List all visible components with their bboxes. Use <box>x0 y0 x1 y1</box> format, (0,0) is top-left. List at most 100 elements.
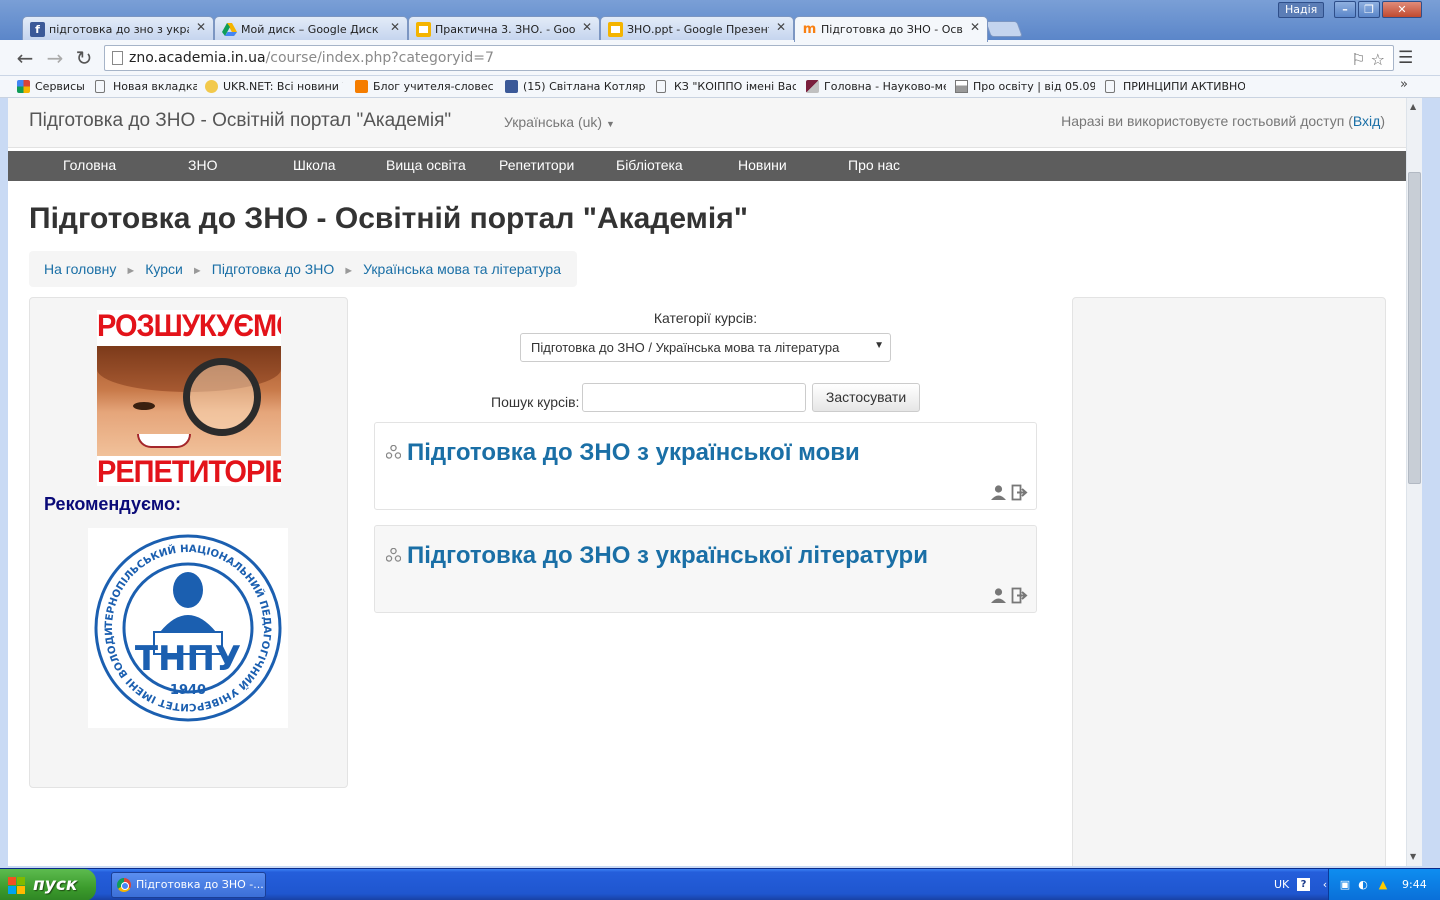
google-slides-icon <box>608 22 623 37</box>
page-icon <box>656 80 666 93</box>
close-icon[interactable]: ✕ <box>390 20 400 34</box>
bookmark-0[interactable]: Сервисы <box>17 79 89 95</box>
translate-star-icons[interactable]: ⚐ ☆ <box>1351 48 1385 72</box>
tnpu-logo[interactable]: ТЕРНОПІЛЬСЬКИЙ НАЦІОНАЛЬНИЙ ПЕДАГОГІЧНИЙ… <box>82 520 288 728</box>
browser-window: f підготовка до зно з українсько ✕ Мой д… <box>0 0 1440 868</box>
page-icon <box>112 51 123 65</box>
caret-down-icon: ▼ <box>874 340 884 351</box>
bookmark-1[interactable]: Новая вкладка <box>95 79 197 95</box>
girl-magnifier-image <box>97 346 281 456</box>
tab-4[interactable]: ЗНО.ppt - Google Презентац ✕ <box>600 16 794 41</box>
breadcrumb-category[interactable]: Українська мова та література <box>363 261 561 277</box>
nav-home[interactable]: Головна <box>63 157 116 173</box>
minimize-button[interactable]: – <box>1334 1 1356 18</box>
breadcrumb: На головну ► Курси ► Підготовка до ЗНО ► Украї… <box>29 251 577 287</box>
close-window-button[interactable]: ✕ <box>1382 1 1422 18</box>
language-menu[interactable]: Українська (uk) ▼ <box>504 114 615 130</box>
course-meta <box>990 587 1028 604</box>
url-host: zno.academia.in.ua <box>129 50 266 66</box>
network-icon[interactable]: ▣ <box>1338 878 1352 892</box>
guest-enter-icon[interactable] <box>1011 587 1028 604</box>
breadcrumb-home[interactable]: На головну <box>44 261 116 277</box>
tab-5-active[interactable]: m Підготовка до ЗНО - Освітн ✕ <box>794 16 988 42</box>
profile-button[interactable]: Надія <box>1278 2 1325 18</box>
scroll-thumb[interactable] <box>1408 172 1421 484</box>
nav-news[interactable]: Новини <box>738 157 787 173</box>
course-link[interactable]: Підготовка до ЗНО з української літерату… <box>407 542 928 570</box>
chrome-icon <box>117 878 131 892</box>
tab-title: Підготовка до ЗНО - Освітн <box>821 23 963 36</box>
close-icon[interactable]: ✕ <box>582 20 592 34</box>
course-link[interactable]: Підготовка до ЗНО з української мови <box>407 439 860 467</box>
chevron-right-icon[interactable]: » <box>1400 77 1408 92</box>
magnifier-icon <box>183 358 261 436</box>
reload-icon[interactable]: ↻ <box>73 48 95 70</box>
tab-2[interactable]: Мой диск – Google Диск ✕ <box>214 16 408 41</box>
recommend-heading: Рекомендуємо: <box>44 494 181 514</box>
site-brand[interactable]: Підготовка до ЗНО - Освітній портал "Ака… <box>29 110 451 132</box>
volume-icon[interactable]: ◐ <box>1356 878 1370 892</box>
bookmark-6[interactable]: Головна - Науково-мет <box>806 79 946 95</box>
notification-chevron-icon[interactable]: ‹ <box>1318 878 1332 892</box>
guest-enter-icon[interactable] <box>1011 484 1028 501</box>
category-select[interactable]: Підготовка до ЗНО / Українська мова та л… <box>520 333 891 362</box>
close-icon[interactable]: ✕ <box>776 20 786 34</box>
windows-logo-icon <box>8 877 25 894</box>
breadcrumb-courses[interactable]: Курси <box>145 261 183 277</box>
nav-zno[interactable]: ЗНО <box>188 157 217 173</box>
google-slides-icon <box>416 22 431 37</box>
facebook-icon: f <box>30 22 45 37</box>
window-controls: – ❐ ✕ <box>1334 1 1422 18</box>
forward-arrow-icon[interactable]: → <box>44 48 66 70</box>
user-icon <box>991 485 1006 500</box>
chrome-menu-icon[interactable]: ☰ <box>1398 48 1413 68</box>
bookmark-8[interactable]: ПРИНЦИПИ АКТИВНОГО <box>1105 79 1245 95</box>
breadcrumb-zno[interactable]: Підготовка до ЗНО <box>212 261 335 277</box>
scroll-up-icon[interactable]: ▲ <box>1410 102 1416 111</box>
caret-down-icon: ▼ <box>606 119 615 129</box>
taskbar-chrome-window[interactable]: Підготовка до ЗНО -... <box>111 872 266 898</box>
page-icon <box>1105 80 1115 93</box>
login-info: Наразі ви використовуєте гостьовий досту… <box>1061 113 1385 129</box>
bookmark-3[interactable]: Блог учителя-словесн <box>355 79 493 95</box>
help-icon[interactable]: ? <box>1297 878 1310 891</box>
address-bar[interactable]: zno.academia.in.ua/course/index.php?cate… <box>104 45 1394 71</box>
page-title: Підготовка до ЗНО - Освітній портал "Ака… <box>29 202 748 235</box>
close-icon[interactable]: ✕ <box>196 20 206 34</box>
tab-1[interactable]: f підготовка до зно з українсько ✕ <box>22 16 214 41</box>
back-arrow-icon[interactable]: ← <box>14 48 36 70</box>
bookmark-5[interactable]: КЗ "КОІППО імені Васил <box>656 79 796 95</box>
bookmark-2[interactable]: UKR.NET: Всі новини Ук <box>205 79 343 95</box>
vertical-scrollbar[interactable]: ▲ ▼ <box>1406 98 1422 866</box>
nav-tutors[interactable]: Репетитори <box>499 157 574 173</box>
tab-title: Практична 3. ЗНО. - Google <box>435 22 575 36</box>
url-path: /course/index.php?categoryid=7 <box>265 50 494 66</box>
new-tab-button[interactable] <box>985 21 1023 37</box>
left-sidebar-block: РОЗШУКУЄМО РЕПЕТИТОРІВ Рекомендуємо: ТЕР… <box>29 297 348 788</box>
course-search-input[interactable] <box>582 383 806 412</box>
tab-3[interactable]: Практична 3. ЗНО. - Google ✕ <box>408 16 600 41</box>
close-icon[interactable]: ✕ <box>970 20 980 34</box>
login-link[interactable]: Вхід <box>1353 113 1380 129</box>
bookmark-4[interactable]: (15) Світлана Котляре <box>505 79 645 95</box>
nav-school[interactable]: Школа <box>293 157 336 173</box>
nav-library[interactable]: Бібліотека <box>616 157 683 173</box>
start-button[interactable]: пуск <box>0 869 96 900</box>
nav-about[interactable]: Про нас <box>848 157 900 173</box>
browser-toolbar: ← → ↻ zno.academia.in.ua/course/index.ph… <box>0 40 1440 76</box>
bookmark-7[interactable]: Про освіту | від 05.09.2 <box>955 79 1095 95</box>
tab-title: Мой диск – Google Диск <box>241 22 379 36</box>
page-viewport: Підготовка до ЗНО - Освітній портал "Ака… <box>8 98 1406 866</box>
language-indicator[interactable]: UK <box>1274 878 1289 891</box>
clock: 9:44 <box>1402 878 1427 891</box>
apply-button[interactable]: Застосувати <box>812 383 920 412</box>
user-icon <box>991 588 1006 603</box>
nav-higher-education[interactable]: Вища освіта <box>386 157 466 173</box>
site-icon <box>806 80 819 93</box>
scroll-down-icon[interactable]: ▼ <box>1410 852 1416 861</box>
restore-button[interactable]: ❐ <box>1358 1 1380 18</box>
right-sidebar-block <box>1072 297 1386 866</box>
warning-icon[interactable]: ▲ <box>1376 878 1390 892</box>
tab-strip: f підготовка до зно з українсько ✕ Мой д… <box>0 0 1440 42</box>
tutor-search-banner[interactable]: РОЗШУКУЄМО РЕПЕТИТОРІВ <box>97 310 281 486</box>
